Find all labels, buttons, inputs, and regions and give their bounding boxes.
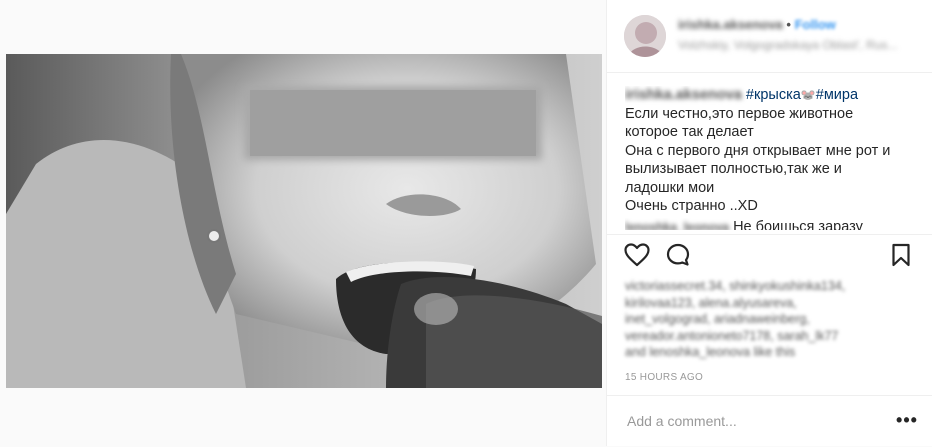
hashtag-link[interactable]: #мира <box>816 87 858 103</box>
caption-line: вылизывает полностью,так же и <box>625 161 842 177</box>
like-button[interactable] <box>623 241 651 269</box>
post-timestamp[interactable]: 15 HOURS AGO <box>625 372 703 383</box>
username-link[interactable]: irishka.aksenova <box>678 17 783 32</box>
location-link[interactable]: Volzhskiy, Volgogradskaya Oblast', Rus..… <box>678 38 898 52</box>
action-bar <box>607 234 932 275</box>
post-card: irishka.aksenova • Follow Volzhskiy, Vol… <box>0 0 932 446</box>
bookmark-icon <box>892 243 910 267</box>
avatar-image <box>624 15 666 57</box>
comment-button[interactable] <box>664 241 692 269</box>
likes-line: inet_volgograd, ariadnaweinberg, <box>625 312 810 326</box>
likes-line: victoriassecret.34, shinkyokushinka134, <box>625 279 846 293</box>
photo-image <box>6 54 602 388</box>
post-photo[interactable] <box>6 54 602 388</box>
likes-summary[interactable]: victoriassecret.34, shinkyokushinka134, … <box>625 278 915 361</box>
caption-line: Она с первого дня открывает мне рот и <box>625 142 891 159</box>
caption-line: ладошки мои <box>625 179 715 196</box>
caption-username[interactable]: irishka.aksenova <box>625 86 742 105</box>
heart-icon <box>624 243 650 267</box>
mouse-emoji: 🐭 <box>800 88 816 102</box>
add-comment-input[interactable] <box>625 410 879 432</box>
avatar[interactable] <box>624 15 666 57</box>
post-header: irishka.aksenova • Follow Volzhskiy, Vol… <box>607 0 932 73</box>
comment-text: Не боишься заразу <box>733 219 863 230</box>
likes-line: and lenoshka_leonova like this <box>625 345 796 359</box>
follow-button[interactable]: Follow <box>795 17 836 32</box>
username-row: irishka.aksenova • Follow <box>678 17 836 32</box>
caption: irishka.aksenova #крыска🐭#мира Если чест… <box>625 86 915 218</box>
comment-username[interactable]: lenoshka_leonova <box>625 218 729 230</box>
add-comment-section: ••• <box>607 395 932 447</box>
caption-line: Очень странно ..XD <box>625 198 758 214</box>
follow-separator: • <box>786 17 791 32</box>
post-sidebar: irishka.aksenova • Follow Volzhskiy, Vol… <box>607 0 932 446</box>
hashtag-link[interactable]: #крыска <box>746 87 801 103</box>
likes-line: vereador.antonioneto7178, sarah_lk77 <box>625 328 839 343</box>
likes-line: kirilovaa123, alena.alyusareva, <box>625 295 797 310</box>
more-options-button[interactable]: ••• <box>896 410 917 430</box>
save-button[interactable] <box>887 241 915 269</box>
caption-line: Если честно,это первое животное <box>625 105 854 122</box>
comment-item: lenoshka_leonova Не боишься заразу <box>625 218 915 230</box>
caption-line: которое так делает <box>625 124 754 140</box>
comment-icon <box>666 243 690 266</box>
media-area <box>0 0 607 446</box>
